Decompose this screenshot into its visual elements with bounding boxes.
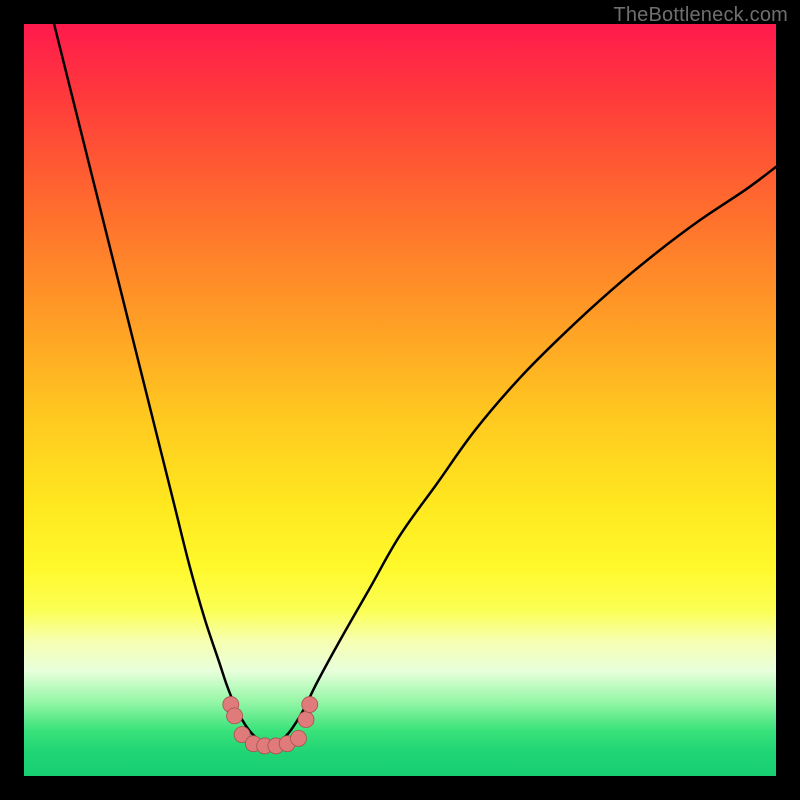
marker-dot (298, 712, 314, 728)
marker-cluster (223, 697, 318, 754)
marker-dot (302, 697, 318, 713)
chart-svg (24, 24, 776, 776)
marker-dot (227, 708, 243, 724)
right-curve (272, 167, 776, 746)
marker-dot (290, 730, 306, 746)
chart-area (24, 24, 776, 776)
watermark-text: TheBottleneck.com (613, 4, 788, 27)
left-curve (54, 24, 272, 746)
